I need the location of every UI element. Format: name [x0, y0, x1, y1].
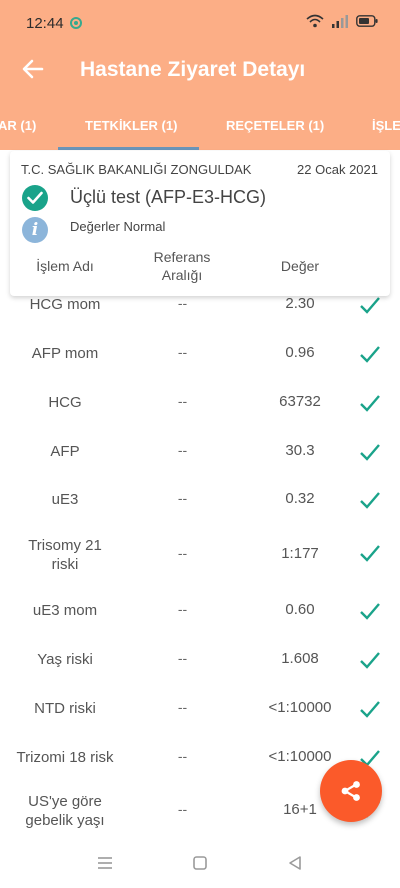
row-reference: --: [177, 801, 188, 817]
triangle-back-icon: [289, 856, 301, 870]
test-name: Üçlü test (AFP-E3-HCG): [70, 187, 267, 207]
row-reference: --: [177, 748, 188, 764]
system-nav-bar: [0, 838, 400, 888]
row-reference: --: [177, 344, 188, 360]
visit-date: 22 Ocak 2021: [297, 162, 378, 177]
row-name: HCG: [48, 394, 82, 411]
check-icon: [360, 603, 380, 620]
row-name: uE3: [51, 491, 79, 508]
check-icon: [360, 492, 380, 509]
check-icon: [360, 395, 380, 412]
menu-icon: [98, 857, 112, 869]
row-name: NTD riski: [34, 700, 96, 717]
test-summary-card: T.C. SAĞLIK BAKANLIĞI ZONGULDAK 22 Ocak …: [10, 151, 390, 296]
column-header-value: Değer: [280, 258, 320, 274]
row-value: 0.96: [285, 344, 315, 361]
row-value: <1:10000: [268, 699, 332, 716]
check-icon: [360, 652, 380, 669]
row-reference: --: [177, 295, 188, 311]
row-value: 1:177: [281, 545, 319, 562]
row-reference: --: [177, 442, 188, 458]
institution-name: T.C. SAĞLIK BAKANLIĞI ZONGULDAK: [21, 162, 252, 177]
results-list: HCG mom -- 2.30 AFP mom -- 0.96 HCG -- 6…: [0, 0, 400, 888]
column-header-name: İşlem Adı: [36, 258, 94, 274]
row-value: 30.3: [285, 442, 315, 459]
row-value: 0.32: [285, 490, 315, 507]
check-icon: [360, 545, 380, 562]
row-value: 63732: [279, 393, 321, 410]
row-value: 1.608: [281, 650, 319, 667]
row-reference: --: [177, 650, 188, 666]
menu-nav-button[interactable]: [93, 852, 117, 874]
check-icon: [360, 444, 380, 461]
share-icon: [341, 781, 360, 801]
home-icon: [193, 856, 207, 870]
check-icon: [360, 346, 380, 363]
row-name: Yaş riski: [37, 651, 93, 668]
row-reference: --: [177, 490, 188, 506]
back-nav-button[interactable]: [283, 852, 307, 874]
row-value: 2.30: [285, 295, 315, 312]
row-name: US'ye göre gebelik yaşı: [25, 793, 105, 829]
row-name: Trisomy 21 riski: [28, 537, 102, 573]
row-name: AFP: [50, 443, 80, 460]
row-name: AFP mom: [31, 345, 99, 362]
row-value: <1:10000: [268, 748, 332, 765]
row-reference: --: [177, 601, 188, 617]
row-name: HCG mom: [29, 296, 101, 313]
row-name: uE3 mom: [32, 602, 98, 619]
row-reference: --: [177, 393, 188, 409]
row-reference: --: [177, 545, 188, 561]
check-circle-icon: [22, 185, 48, 211]
column-header-reference: Referans Aralığı: [153, 249, 211, 283]
check-icon: [360, 701, 380, 718]
home-nav-button[interactable]: [188, 852, 212, 874]
info-icon: i: [22, 217, 48, 243]
row-name: Trizomi 18 risk: [16, 749, 114, 766]
row-value: 0.60: [285, 601, 315, 618]
check-icon: [360, 297, 380, 314]
share-button[interactable]: [320, 760, 382, 822]
result-status: Değerler Normal: [70, 219, 166, 234]
row-reference: --: [177, 699, 188, 715]
